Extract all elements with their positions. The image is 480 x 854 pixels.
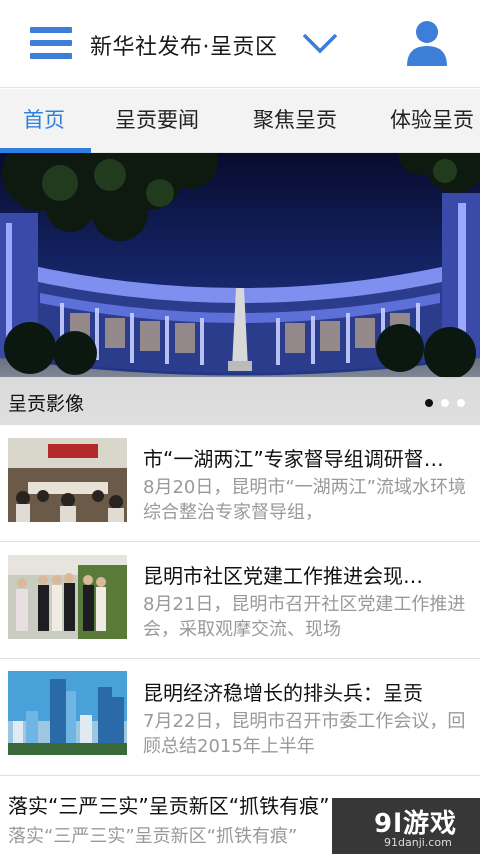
news-title: 昆明经济稳增长的排头兵：呈贡 bbox=[143, 681, 423, 705]
carousel-dot[interactable] bbox=[457, 399, 465, 407]
news-summary: 7月22日，昆明市召开市委工作会议，回顾总结2015年上半年 bbox=[143, 711, 466, 757]
news-item[interactable]: 昆明市社区党建工作推进会现… 8月21日，昆明市召开社区党建工作推进会，采取观摩… bbox=[0, 542, 480, 659]
news-title: 落实“三严三实”呈贡新区“抓铁有痕” bbox=[8, 794, 330, 818]
tab-home[interactable]: 首页 bbox=[23, 89, 65, 152]
watermark-url: 91danji.com bbox=[384, 836, 452, 849]
news-title: 昆明市社区党建工作推进会现… bbox=[143, 564, 423, 588]
news-thumbnail bbox=[8, 438, 127, 522]
news-summary: 8月20日，昆明市“一湖两江”流域水环境综合整治专家督导组， bbox=[143, 477, 467, 523]
tab-experience-chenggong[interactable]: 体验呈贡 bbox=[390, 89, 474, 152]
news-summary: 落实“三严三实”呈贡新区“抓铁有痕” bbox=[8, 826, 298, 847]
carousel-dot-active[interactable] bbox=[425, 399, 433, 407]
tab-bar: 首页 呈贡要闻 聚焦呈贡 体验呈贡 bbox=[0, 89, 480, 153]
news-summary: 8月21日，昆明市召开社区党建工作推进会，采取观摩交流、现场 bbox=[143, 594, 466, 640]
news-item[interactable]: 市“一湖两江”专家督导组调研督… 8月20日，昆明市“一湖两江”流域水环境综合整… bbox=[0, 425, 480, 542]
tab-chenggong-news[interactable]: 呈贡要闻 bbox=[115, 89, 199, 152]
watermark-logo: 9l游戏 bbox=[374, 809, 458, 839]
news-item[interactable]: 昆明经济稳增长的排头兵：呈贡 7月22日，昆明市召开市委工作会议，回顾总结201… bbox=[0, 659, 480, 776]
news-title: 市“一湖两江”专家督导组调研督… bbox=[143, 447, 444, 471]
carousel-dot[interactable] bbox=[441, 399, 449, 407]
page-title: 新华社发布·呈贡区 bbox=[90, 35, 278, 60]
banner-caption: 呈贡影像 bbox=[8, 393, 85, 415]
app-header: 新华社发布·呈贡区 bbox=[0, 0, 480, 88]
news-thumbnail bbox=[8, 671, 127, 755]
user-icon[interactable] bbox=[406, 20, 448, 66]
news-thumbnail bbox=[8, 555, 127, 639]
hamburger-menu-icon[interactable] bbox=[30, 27, 72, 59]
tab-focus-chenggong[interactable]: 聚焦呈贡 bbox=[253, 89, 337, 152]
chevron-down-icon[interactable] bbox=[302, 32, 338, 54]
